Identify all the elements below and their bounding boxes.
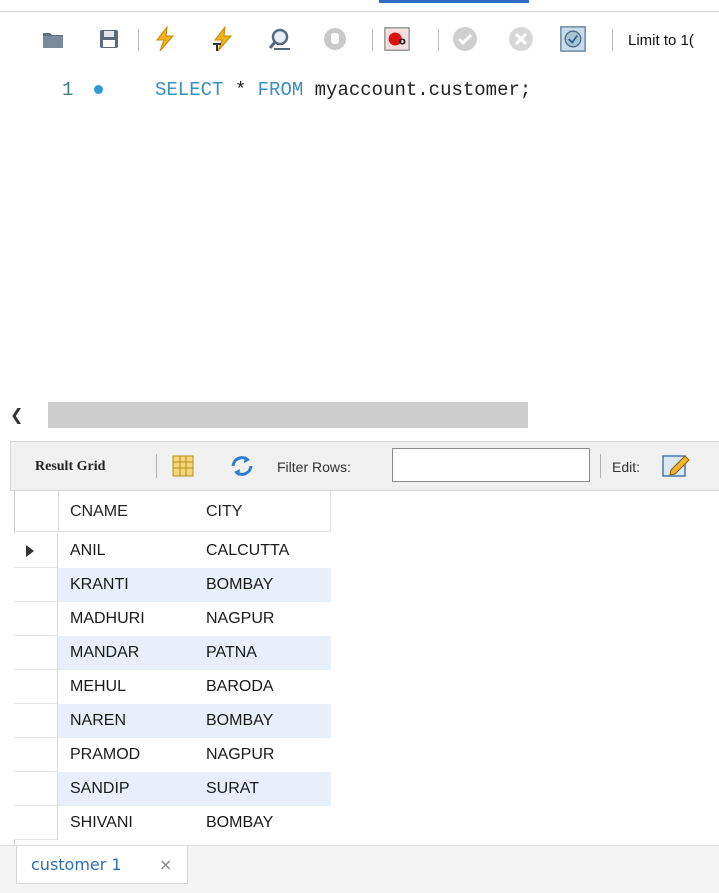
svg-text:o: o	[399, 37, 406, 48]
cell-cname[interactable]: MEHUL	[58, 670, 194, 704]
row-indicator[interactable]	[14, 772, 58, 806]
sql-keyword-from: FROM	[257, 79, 304, 101]
table-row[interactable]: MADHURI NAGPUR	[14, 602, 331, 636]
filter-rows-input[interactable]	[392, 448, 590, 482]
cell-city[interactable]: SURAT	[194, 772, 331, 806]
edit-label: Edit:	[612, 459, 641, 475]
sql-star: *	[234, 79, 247, 101]
close-icon[interactable]: ×	[159, 855, 172, 874]
cell-cname[interactable]: SANDIP	[58, 772, 194, 806]
stop-icon[interactable]	[322, 26, 348, 52]
result-tab-customer-1[interactable]: customer 1 ×	[16, 846, 188, 884]
open-folder-icon[interactable]	[40, 26, 66, 52]
cell-city[interactable]: NAGPUR	[194, 602, 331, 636]
sql-editor-toolbar: o Limit to 1(	[0, 12, 719, 64]
grid-indicator-border	[58, 491, 59, 531]
execute-icon[interactable]	[152, 26, 178, 52]
cell-city[interactable]: NAGPUR	[194, 738, 331, 772]
toggle-error-icon[interactable]: o	[384, 26, 410, 52]
sql-keyword-select: SELECT	[155, 79, 224, 101]
cell-cname[interactable]: NAREN	[58, 704, 194, 738]
cell-city[interactable]: BARODA	[194, 670, 331, 704]
sql-editor[interactable]: 1 SELECT * FROM myaccount.customer;	[0, 64, 719, 400]
refresh-icon[interactable]	[229, 454, 255, 483]
current-row-arrow-icon	[26, 545, 34, 557]
table-row[interactable]: SANDIP SURAT	[14, 772, 331, 806]
sql-table-ref: myaccount.customer;	[314, 79, 532, 101]
column-header-cname[interactable]: CNAME	[70, 503, 128, 521]
scrollbar-thumb[interactable]	[48, 402, 528, 428]
result-grid-button[interactable]: Result Grid	[35, 459, 105, 475]
autocommit-icon[interactable]	[560, 26, 586, 52]
result-tab-label: customer 1	[31, 855, 122, 874]
commit-icon[interactable]	[452, 26, 478, 52]
table-row[interactable]: MEHUL BARODA	[14, 670, 331, 704]
result-tabs-bar: customer 1 ×	[0, 845, 719, 893]
cell-cname[interactable]: ANIL	[58, 534, 194, 568]
grid-columns-icon[interactable]	[171, 454, 195, 483]
toolbar-separator	[612, 29, 613, 51]
row-indicator[interactable]	[14, 670, 58, 704]
save-icon[interactable]	[96, 26, 122, 52]
sql-statement[interactable]: SELECT * FROM myaccount.customer;	[155, 79, 531, 101]
editor-horizontal-scrollbar[interactable]: ❮	[0, 400, 719, 430]
active-tab-indicator	[379, 0, 529, 3]
row-indicator[interactable]	[14, 806, 58, 840]
result-toolbar: Result Grid Filter Rows: Edit:	[10, 441, 719, 491]
cell-city[interactable]: PATNA	[194, 636, 331, 670]
editor-tab-strip	[0, 0, 719, 12]
cell-city[interactable]: BOMBAY	[194, 806, 331, 840]
cell-cname[interactable]: KRANTI	[58, 568, 194, 602]
grid-right-border	[330, 491, 331, 531]
table-row[interactable]: SHIVANI BOMBAY	[14, 806, 331, 840]
toolbar-separator	[372, 29, 373, 51]
cell-city[interactable]: CALCUTTA	[194, 534, 331, 568]
table-row[interactable]: KRANTI BOMBAY	[14, 568, 331, 602]
edit-pencil-icon[interactable]	[661, 452, 691, 483]
cell-cname[interactable]: SHIVANI	[58, 806, 194, 840]
row-indicator[interactable]	[14, 738, 58, 772]
toolbar-separator	[600, 454, 601, 478]
limit-rows-select[interactable]: Limit to 1(	[628, 32, 694, 49]
toolbar-separator	[156, 454, 157, 478]
rollback-icon[interactable]	[508, 26, 534, 52]
explain-icon[interactable]	[268, 26, 294, 52]
table-row[interactable]: MANDAR PATNA	[14, 636, 331, 670]
cell-cname[interactable]: MADHURI	[58, 602, 194, 636]
row-indicator[interactable]	[14, 568, 58, 602]
cell-cname[interactable]: MANDAR	[58, 636, 194, 670]
row-indicator[interactable]	[14, 534, 58, 568]
toolbar-separator	[138, 29, 139, 51]
statement-marker-icon	[94, 85, 103, 94]
cell-city[interactable]: BOMBAY	[194, 568, 331, 602]
row-indicator[interactable]	[14, 704, 58, 738]
table-row[interactable]: NAREN BOMBAY	[14, 704, 331, 738]
cell-city[interactable]: BOMBAY	[194, 704, 331, 738]
column-header-city[interactable]: CITY	[206, 503, 242, 521]
cell-cname[interactable]: PRAMOD	[58, 738, 194, 772]
filter-rows-label: Filter Rows:	[277, 459, 351, 475]
grid-header: CNAME CITY	[14, 491, 331, 532]
execute-current-icon[interactable]	[210, 26, 236, 52]
line-number: 1	[62, 79, 74, 101]
row-indicator[interactable]	[14, 636, 58, 670]
table-row[interactable]: PRAMOD NAGPUR	[14, 738, 331, 772]
table-row[interactable]: ANIL CALCUTTA	[14, 534, 331, 568]
scroll-left-arrow-icon[interactable]: ❮	[10, 405, 23, 424]
row-indicator[interactable]	[14, 602, 58, 636]
toolbar-separator	[438, 29, 439, 51]
